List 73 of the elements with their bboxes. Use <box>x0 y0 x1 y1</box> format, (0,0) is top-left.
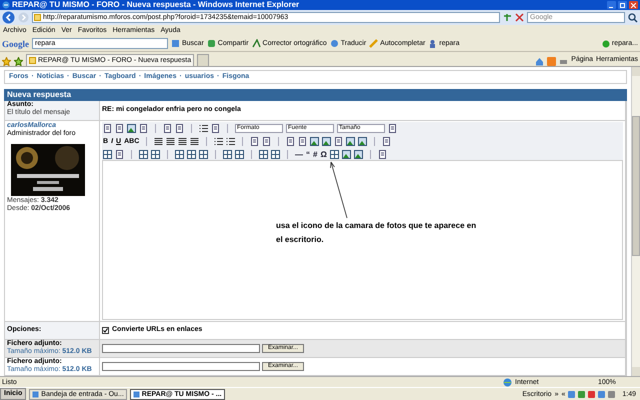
browser-icon <box>2 1 10 9</box>
section-header: Nueva respuesta <box>4 89 627 101</box>
close-button[interactable] <box>629 1 638 9</box>
page-icon <box>34 14 41 21</box>
message-text: el escritorio. <box>276 234 325 246</box>
align-icon[interactable] <box>190 136 200 146</box>
list-icon[interactable] <box>214 136 224 146</box>
back-icon[interactable] <box>2 11 15 24</box>
person-icon <box>428 39 438 48</box>
table-icon[interactable] <box>330 150 339 158</box>
window-icon <box>132 390 140 398</box>
table-icon[interactable] <box>175 150 184 158</box>
maximize-button[interactable] <box>618 1 627 9</box>
document-icon[interactable] <box>382 136 392 146</box>
star-icon[interactable] <box>14 57 23 66</box>
document-icon[interactable] <box>250 136 260 146</box>
document-icon[interactable] <box>103 124 112 132</box>
symbol-button[interactable]: “ <box>306 150 310 158</box>
stop-icon[interactable] <box>515 13 524 22</box>
table-icon[interactable] <box>271 150 280 158</box>
image-icon[interactable] <box>346 136 356 146</box>
align-icon[interactable] <box>166 136 176 146</box>
document-icon[interactable] <box>175 124 184 132</box>
align-icon[interactable] <box>178 136 188 146</box>
document-icon[interactable] <box>163 124 172 132</box>
document-icon[interactable] <box>388 124 397 132</box>
image-icon[interactable] <box>310 136 320 146</box>
page-icon <box>29 57 36 64</box>
document-icon[interactable] <box>378 150 387 158</box>
status-dot-icon <box>602 40 610 48</box>
list-icon[interactable] <box>226 136 236 146</box>
window-title: REPAR@ TU MISMO - FORO - Nueva respuesta - Windows Internet Explorer <box>12 0 300 10</box>
editor-area[interactable]: usa el icono de la camara de fotos que te aparece en el escritorio. <box>102 160 623 320</box>
arrow-drawing <box>329 161 349 219</box>
image-icon[interactable] <box>322 136 332 146</box>
maximize-icon <box>620 2 625 8</box>
symbol-button[interactable]: Ω <box>320 150 327 158</box>
google-logo: Google <box>2 38 29 48</box>
table-icon[interactable] <box>103 150 112 158</box>
scrollbar[interactable] <box>631 67 640 376</box>
square-icon <box>171 39 180 48</box>
table-icon[interactable] <box>199 150 208 158</box>
star-icon[interactable] <box>2 57 11 66</box>
file-field[interactable] <box>102 344 260 353</box>
pencil-icon <box>369 39 378 48</box>
table-icon[interactable] <box>187 150 196 158</box>
search-icon[interactable] <box>628 12 638 22</box>
window-icon <box>32 390 40 398</box>
symbol-button[interactable]: # <box>313 150 318 158</box>
image-icon[interactable] <box>127 124 136 132</box>
document-icon[interactable] <box>334 136 344 146</box>
list-icon[interactable] <box>199 124 208 132</box>
document-icon[interactable] <box>115 150 124 158</box>
align-icon[interactable] <box>154 136 164 146</box>
image-icon[interactable] <box>358 136 368 146</box>
document-icon[interactable] <box>115 124 124 132</box>
document-icon[interactable] <box>286 136 296 146</box>
document-icon[interactable] <box>298 136 308 146</box>
message-text: usa el icono de la camara de fotos que te aparece en <box>276 220 476 232</box>
symbol-button[interactable]: — <box>295 150 303 158</box>
document-icon[interactable] <box>139 124 148 132</box>
image-icon[interactable] <box>342 150 351 158</box>
table-icon[interactable] <box>259 150 268 158</box>
file-field[interactable] <box>102 362 260 371</box>
document-icon[interactable] <box>262 136 272 146</box>
minimize-button[interactable] <box>607 1 616 9</box>
table-icon[interactable] <box>235 150 244 158</box>
close-icon <box>631 2 636 8</box>
image-icon[interactable] <box>354 150 363 158</box>
document-icon[interactable] <box>211 124 220 132</box>
table-icon[interactable] <box>151 150 160 158</box>
table-icon[interactable] <box>223 150 232 158</box>
table-icon[interactable] <box>139 150 148 158</box>
